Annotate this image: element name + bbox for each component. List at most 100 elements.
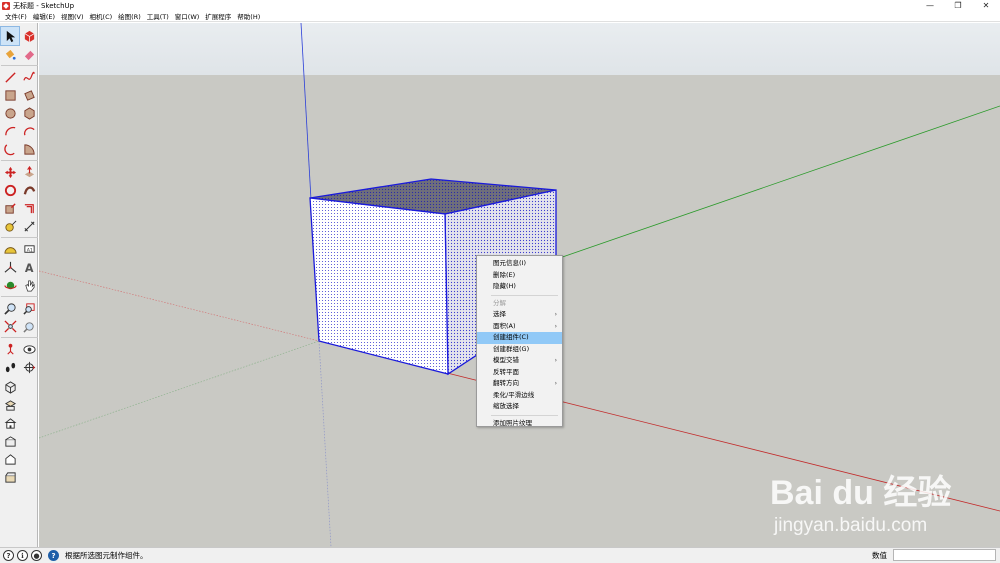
right-view-icon (4, 435, 16, 447)
zoom-extents-tool[interactable] (1, 317, 19, 335)
cube-front-face[interactable] (309, 197, 449, 375)
context-menu-item[interactable]: 隐藏(H) (477, 281, 562, 293)
iso-view-button[interactable] (1, 378, 19, 396)
look-around-icon (22, 344, 36, 354)
menu-tools[interactable]: 工具(T) (144, 11, 172, 21)
minimize-button[interactable]: — (916, 0, 944, 11)
two-point-arc-tool[interactable] (20, 122, 38, 140)
context-menu-item[interactable]: 图元信息(I) (477, 258, 562, 270)
user-icon[interactable]: ● (31, 550, 42, 561)
line-tool[interactable] (1, 68, 19, 86)
back-view-button[interactable] (1, 450, 19, 468)
instructor-icon[interactable]: ? (48, 550, 59, 561)
select-tool[interactable] (0, 26, 20, 46)
menu-window[interactable]: 窗口(W) (172, 11, 203, 21)
pie-tool[interactable] (20, 140, 38, 158)
3d-text-tool[interactable]: A (20, 258, 38, 276)
circle-tool[interactable] (1, 104, 19, 122)
polygon-tool[interactable] (20, 104, 38, 122)
freehand-tool[interactable] (20, 68, 38, 86)
rotated-rectangle-icon (23, 89, 35, 101)
walk-tool[interactable] (1, 358, 19, 376)
dimension-tool[interactable] (20, 217, 38, 235)
window-title: 无标题 - SketchUp (13, 1, 75, 10)
text-tool[interactable]: A1 (20, 240, 38, 258)
three-point-arc-tool[interactable] (1, 140, 19, 158)
arc-tool[interactable] (1, 122, 19, 140)
position-camera-tool[interactable] (1, 340, 19, 358)
context-menu-item-label: 分解 (493, 298, 506, 307)
axes-tool[interactable] (1, 258, 19, 276)
context-menu-item-label: 添加照片纹理 (493, 418, 532, 427)
context-menu-item-label: 图元信息(I) (493, 259, 526, 267)
menu-help[interactable]: 帮助(H) (234, 11, 263, 21)
restore-button[interactable]: ❐ (944, 0, 972, 11)
menu-camera[interactable]: 相机(C) (87, 11, 116, 21)
close-button[interactable]: ✕ (972, 0, 1000, 11)
eraser-tool[interactable] (20, 45, 38, 63)
top-view-button[interactable] (1, 396, 19, 414)
protractor-tool[interactable] (1, 240, 19, 258)
context-menu-item[interactable]: 柔化/平滑边线 (477, 390, 562, 402)
pan-tool[interactable] (20, 276, 38, 294)
tool-grid: A1 A (0, 23, 38, 376)
submenu-arrow-icon: › (554, 380, 557, 387)
submenu-arrow-icon: › (554, 322, 557, 330)
measurements-input[interactable] (893, 549, 996, 561)
help-icon[interactable]: ? (3, 550, 14, 561)
3d-text-icon: A (24, 262, 33, 274)
green-axis-negative (39, 340, 320, 439)
look-around-tool[interactable] (20, 340, 38, 358)
context-menu-item[interactable]: 模型交错 › (477, 355, 562, 367)
zoom-tool[interactable] (1, 299, 19, 317)
section-plane-tool[interactable] (20, 358, 38, 376)
scale-tool[interactable] (1, 199, 19, 217)
paint-bucket-icon (5, 49, 16, 60)
previous-view-icon (22, 321, 34, 333)
context-menu-item[interactable]: 删除(E) (477, 270, 562, 282)
offset-tool[interactable] (20, 199, 38, 217)
context-menu-item[interactable]: 创建组件(C) (477, 332, 562, 344)
three-point-arc-icon (3, 143, 15, 155)
toolbar-divider (1, 158, 38, 161)
context-menu-item[interactable]: 缩放选择 (477, 401, 562, 413)
follow-me-tool[interactable] (20, 181, 38, 199)
rotate-tool[interactable] (1, 181, 19, 199)
push-pull-tool[interactable] (20, 163, 38, 181)
context-menu-item[interactable]: 反转平面 (477, 367, 562, 379)
zoom-icon (3, 302, 16, 315)
context-menu-item[interactable]: 选择 › (477, 309, 562, 321)
rectangle-tool[interactable] (1, 86, 19, 104)
previous-view-tool[interactable] (20, 317, 38, 335)
submenu-arrow-icon: › (554, 357, 557, 364)
make-component-tool[interactable] (20, 27, 38, 45)
context-menu: 图元信息(I) 删除(E) 隐藏(H) 分解 选择 › 面积(A) › 创建组件(C) 创建群组(… (476, 255, 563, 427)
info-icon[interactable]: ℹ (17, 550, 28, 561)
submenu-arrow-icon: › (554, 311, 557, 318)
orbit-tool[interactable] (1, 276, 19, 294)
front-view-button[interactable] (1, 414, 19, 432)
move-tool[interactable] (1, 163, 19, 181)
rotated-rectangle-tool[interactable] (20, 86, 38, 104)
menu-edit[interactable]: 编辑(E) (30, 11, 58, 21)
menu-file[interactable]: 文件(F) (2, 11, 30, 21)
context-menu-item[interactable]: 创建群组(G) (477, 344, 562, 356)
left-view-button[interactable] (1, 468, 19, 486)
paint-bucket-tool[interactable] (1, 45, 19, 63)
circle-icon (4, 107, 16, 119)
right-view-button[interactable] (1, 432, 19, 450)
status-bar: ? ℹ ● ? 根据所选图元制作组件。 数值 (0, 547, 1000, 563)
tape-measure-tool[interactable] (1, 217, 19, 235)
toolbar-divider (1, 63, 38, 66)
push-pull-icon (24, 165, 34, 177)
context-menu-item-label: 选择 (493, 310, 506, 318)
menu-extensions[interactable]: 扩展程序 (202, 11, 234, 21)
context-menu-item[interactable]: 添加照片纹理 (477, 418, 562, 430)
menu-draw[interactable]: 绘图(R) (115, 11, 144, 21)
sketchup-logo-icon (2, 1, 10, 10)
context-menu-item-label: 隐藏(H) (493, 282, 516, 290)
zoom-window-tool[interactable] (20, 299, 38, 317)
context-menu-item[interactable]: 面积(A) › (477, 321, 562, 333)
context-menu-item[interactable]: 翻转方向 › (477, 378, 562, 390)
menu-view[interactable]: 视图(V) (58, 11, 87, 21)
